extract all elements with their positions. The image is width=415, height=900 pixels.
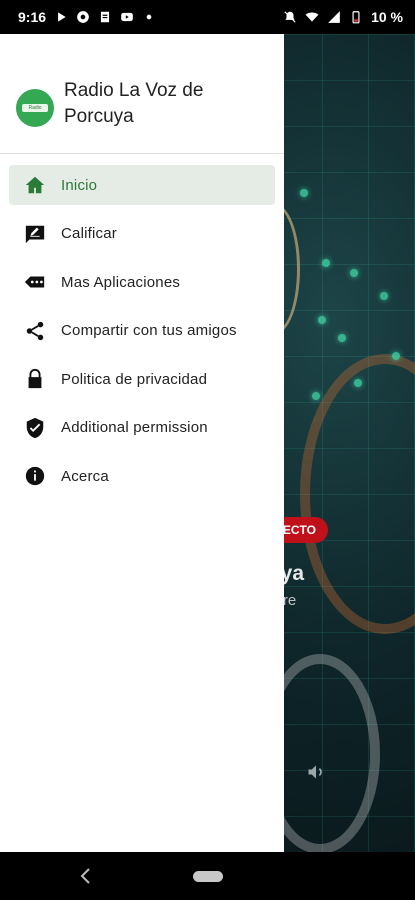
lock-icon [24, 368, 46, 390]
youtube-icon [120, 10, 134, 24]
status-right: 10 % [283, 9, 403, 25]
menu-item-acerca[interactable]: Acerca [9, 456, 275, 496]
menu-item-compartir[interactable]: Compartir con tus amigos [9, 311, 275, 351]
dot-icon [142, 10, 156, 24]
wifi-icon [305, 10, 319, 24]
menu-item-additional-permission[interactable]: Additional permission [9, 408, 275, 448]
gear-badge-icon [76, 10, 90, 24]
drawer-header: Radio Radio La Voz de Porcuya [0, 34, 284, 154]
app-logo-text: Radio [22, 104, 48, 112]
particle [322, 259, 330, 267]
battery-percent: 10 % [371, 9, 403, 25]
menu-item-label: Compartir con tus amigos [61, 322, 237, 339]
back-icon[interactable] [78, 866, 94, 886]
menu-item-inicio[interactable]: Inicio [9, 165, 275, 205]
menu-item-label: Inicio [61, 176, 98, 194]
status-left: 9:16 [18, 9, 156, 25]
menu-item-label: Calificar [61, 225, 117, 242]
menu-item-politica[interactable]: Politica de privacidad [9, 359, 275, 399]
menu-item-mas-aplicaciones[interactable]: Mas Aplicaciones [9, 262, 275, 302]
share-icon [24, 320, 46, 342]
particle [380, 292, 388, 300]
app-logo: Radio [16, 89, 54, 127]
home-icon [24, 174, 46, 196]
menu-item-label: Acerca [61, 467, 109, 485]
menu-item-label: Politica de privacidad [61, 370, 208, 388]
info-icon [24, 465, 46, 487]
signal-4g-icon [327, 10, 341, 24]
play-icon [54, 10, 68, 24]
status-bar: 9:16 10 % [0, 0, 415, 34]
status-time: 9:16 [18, 9, 47, 25]
particle [392, 352, 400, 360]
mute-icon [283, 10, 297, 24]
particle [318, 316, 326, 324]
drawer-menu: Inicio Calificar Mas Aplicaciones Compar… [0, 154, 284, 496]
particle [354, 379, 362, 387]
app-name: Radio La Voz de Porcuya [64, 80, 204, 127]
battery-icon [349, 10, 363, 24]
document-icon [98, 10, 112, 24]
volume-icon[interactable] [306, 762, 326, 782]
system-navigation-bar [0, 852, 415, 900]
rate-icon [24, 223, 46, 245]
menu-item-calificar[interactable]: Calificar [9, 214, 275, 254]
particle [338, 334, 346, 342]
particle [350, 269, 358, 277]
shield-check-icon [24, 417, 46, 439]
more-apps-icon [24, 271, 46, 293]
particle [300, 189, 308, 197]
home-pill-button[interactable] [193, 871, 223, 882]
particle [312, 392, 320, 400]
menu-item-label: Additional permission [61, 419, 208, 436]
navigation-drawer: Radio Radio La Voz de Porcuya Inicio Cal… [0, 34, 284, 852]
menu-item-label: Mas Aplicaciones [61, 273, 181, 291]
